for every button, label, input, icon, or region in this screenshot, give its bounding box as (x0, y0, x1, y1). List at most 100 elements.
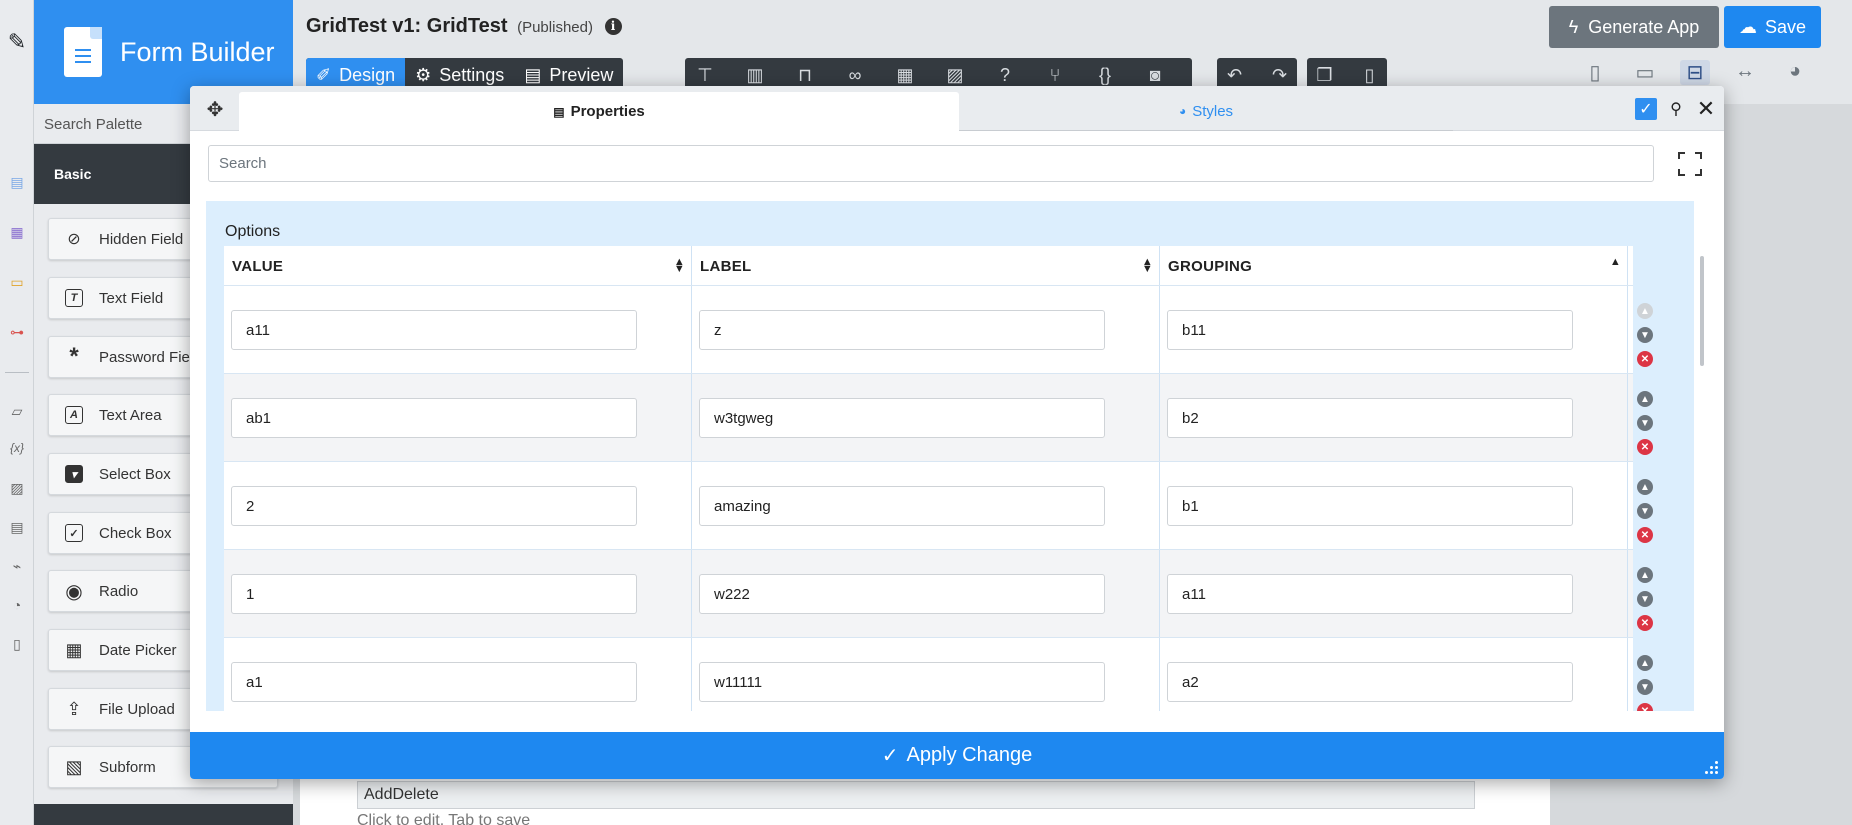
scrollbar-thumb[interactable] (1700, 256, 1704, 366)
value-input[interactable] (231, 398, 637, 438)
sort-asc-icon[interactable]: ▲ (1610, 257, 1621, 268)
sort-icon[interactable]: ▲ ▼ (1142, 257, 1153, 275)
delete-row-icon[interactable]: ✕ (1637, 439, 1653, 455)
image-edit-icon[interactable]: ▨ (941, 65, 969, 86)
tab-properties[interactable]: ▤ Properties (239, 92, 959, 131)
options-scrollbar[interactable] (1695, 201, 1709, 711)
generate-app-button[interactable]: ϟ Generate App (1549, 6, 1719, 48)
gauge-icon[interactable]: ◔ (7, 595, 27, 615)
grouping-cell (1160, 638, 1628, 711)
row-actions: ▲ ▼ ✕ (1637, 655, 1659, 711)
move-down-icon[interactable]: ▼ (1637, 679, 1653, 695)
branch-icon[interactable]: ⑂ (1041, 65, 1069, 86)
palette-small-icon: ◕ (1178, 104, 1187, 118)
options-label: Options (225, 223, 281, 240)
laptop-icon[interactable]: ⊟ (1680, 60, 1710, 85)
move-down-icon[interactable]: ▼ (1637, 503, 1653, 519)
label-input[interactable] (699, 486, 1105, 526)
label-input[interactable] (699, 662, 1105, 702)
grid-icon[interactable]: ▦ (891, 65, 919, 86)
delete-row-icon[interactable]: ✕ (1637, 351, 1653, 367)
value-input[interactable] (231, 310, 637, 350)
save-button[interactable]: ☁ Save (1724, 6, 1821, 48)
pin-icon[interactable]: ⚲ (1665, 98, 1687, 120)
device-toolbar: ▯ ▭ ⊟ ↔ ◕ (1580, 60, 1810, 85)
close-icon[interactable]: ✕ (1695, 96, 1717, 121)
tablet-icon[interactable]: ▭ (1630, 60, 1660, 85)
value-input[interactable] (231, 662, 637, 702)
label-input[interactable] (699, 310, 1105, 350)
note-icon[interactable]: ▱ (7, 401, 27, 421)
binoculars-icon[interactable]: ∞ (841, 65, 869, 86)
move-up-icon[interactable]: ▲ (1637, 567, 1653, 583)
grouping-cell (1160, 550, 1628, 637)
grouping-input[interactable] (1167, 662, 1573, 702)
save-label: Save (1764, 16, 1807, 37)
column-header-label[interactable]: LABEL ▲ ▼ (692, 246, 1160, 285)
phone-icon[interactable]: ▯ (1580, 60, 1610, 85)
move-icon[interactable]: ✥ (204, 98, 226, 121)
move-down-icon[interactable]: ▼ (1637, 327, 1653, 343)
grouping-input[interactable] (1167, 310, 1573, 350)
move-up-icon[interactable]: ▲ (1637, 391, 1653, 407)
delete-row-icon[interactable]: ✕ (1637, 527, 1653, 543)
info-icon[interactable]: i (604, 18, 622, 35)
expand-icon[interactable] (1678, 152, 1702, 176)
canvas-edit-hint: Click to edit. Tab to save (357, 812, 531, 825)
resize-grip-icon[interactable] (1704, 760, 1718, 774)
move-up-icon[interactable]: ▲ (1637, 303, 1653, 319)
tab-label: Properties (570, 103, 645, 120)
value-cell (224, 374, 692, 461)
form-settings-icon[interactable]: ▥ (741, 65, 769, 86)
tab-styles[interactable]: ◕ Styles (959, 92, 1453, 131)
grouping-input[interactable] (1167, 574, 1573, 614)
properties-search-input[interactable]: Search (208, 145, 1654, 182)
sort-icon[interactable]: ▲ ▼ (674, 257, 685, 275)
value-input[interactable] (231, 574, 637, 614)
auto-apply-checkbox[interactable]: ✓ (1635, 98, 1657, 120)
column-header-value[interactable]: VALUE ▲ ▼ (224, 246, 692, 285)
report-icon[interactable]: ▤ (7, 517, 27, 537)
form-doc-icon[interactable]: ▤ (7, 172, 27, 192)
image-icon[interactable]: ▨ (7, 478, 27, 498)
copy-icon[interactable]: ❐ (1313, 65, 1336, 86)
camera-icon[interactable]: ◙ (1141, 65, 1169, 86)
tab-label: Preview (549, 64, 614, 85)
palette-icon[interactable]: ◕ (1780, 60, 1810, 85)
column-header-grouping[interactable]: GROUPING ▲ (1160, 246, 1628, 285)
monitor-icon[interactable]: ▭ (7, 272, 27, 292)
plugin-icon[interactable]: ⌁ (7, 556, 27, 576)
workflow-icon[interactable]: ⊶ (7, 322, 27, 342)
move-up-icon[interactable]: ▲ (1637, 655, 1653, 671)
move-down-icon[interactable]: ▼ (1637, 591, 1653, 607)
grouping-input[interactable] (1167, 398, 1573, 438)
label-input[interactable] (699, 398, 1105, 438)
hierarchy-icon[interactable]: ⊤ (691, 65, 719, 86)
subform-icon: ▧ (65, 756, 83, 777)
label-input[interactable] (699, 574, 1105, 614)
move-up-icon[interactable]: ▲ (1637, 479, 1653, 495)
redo-icon[interactable]: ↷ (1268, 65, 1291, 86)
apply-change-button[interactable]: ✓ Apply Change (190, 732, 1724, 779)
script-icon[interactable]: ▯ (7, 634, 27, 654)
column-header-label: LABEL (700, 258, 752, 275)
text-area-icon: A (65, 406, 83, 424)
braces-icon[interactable]: {} (1091, 65, 1119, 86)
variable-icon[interactable]: {x} (7, 438, 27, 458)
table-icon[interactable]: ▦ (7, 222, 27, 242)
undo-icon[interactable]: ↶ (1223, 65, 1246, 86)
value-input[interactable] (231, 486, 637, 526)
lock-icon[interactable]: ⊓ (791, 65, 819, 86)
help-icon[interactable]: ? (991, 65, 1019, 86)
paste-icon[interactable]: ▯ (1358, 65, 1381, 86)
design-icon: ✐ (316, 64, 332, 85)
delete-row-icon[interactable]: ✕ (1637, 703, 1653, 711)
full-width-icon[interactable]: ↔ (1730, 60, 1760, 85)
move-down-icon[interactable]: ▼ (1637, 415, 1653, 431)
canvas-field-label[interactable]: AddDelete (357, 781, 1475, 809)
delete-row-icon[interactable]: ✕ (1637, 615, 1653, 631)
table-row (224, 374, 1633, 462)
edit-icon[interactable]: ✎ (7, 29, 27, 54)
select-box-icon: ▾ (65, 465, 83, 483)
grouping-input[interactable] (1167, 486, 1573, 526)
